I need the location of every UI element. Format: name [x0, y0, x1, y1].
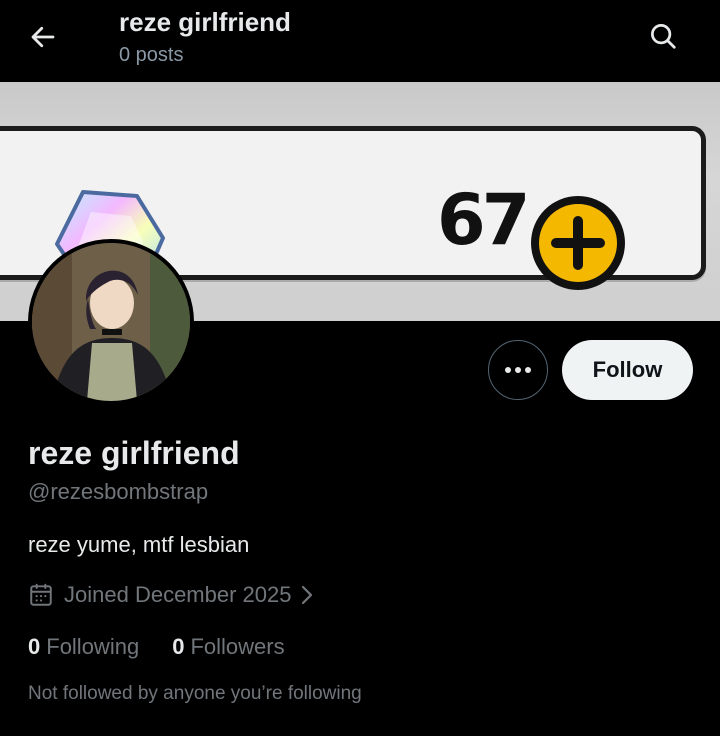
avatar[interactable]: [28, 239, 194, 405]
followers-link[interactable]: 0 Followers: [172, 632, 284, 662]
search-icon: [651, 24, 676, 49]
header-title-block: reze girlfriend 0 posts: [119, 6, 291, 68]
follow-button[interactable]: Follow: [562, 340, 693, 400]
calendar-icon: [30, 583, 52, 606]
follow-stats: 0 Following 0 Followers: [28, 632, 285, 662]
banner-number: 67: [437, 179, 530, 261]
profile-bio: reze yume, mtf lesbian: [28, 532, 250, 557]
page-title: reze girlfriend: [119, 7, 291, 37]
joined-date[interactable]: Joined December 2025: [28, 580, 315, 610]
plus-coin-icon: [531, 196, 625, 290]
following-count: 0: [28, 634, 41, 659]
followers-count: 0: [172, 634, 185, 659]
back-button[interactable]: [24, 18, 62, 56]
search-button[interactable]: [644, 17, 682, 55]
profile-handle: @rezesbombstrap: [28, 479, 209, 504]
post-count: 0 posts: [119, 44, 184, 66]
avatar-image: [32, 243, 190, 401]
followers-label: Followers: [190, 634, 285, 659]
joined-text: Joined December 2025: [64, 582, 292, 607]
following-link[interactable]: 0 Following: [28, 632, 139, 662]
following-label: Following: [46, 634, 140, 659]
top-bar: reze girlfriend 0 posts: [0, 0, 720, 82]
more-options-button[interactable]: [488, 340, 548, 400]
chevron-right-icon: [302, 585, 313, 605]
arrow-left-icon: [31, 26, 55, 48]
more-dots-icon: [505, 367, 531, 373]
profile-display-name: reze girlfriend: [28, 435, 240, 471]
followed-by-note: Not followed by anyone you’re following: [28, 683, 362, 704]
